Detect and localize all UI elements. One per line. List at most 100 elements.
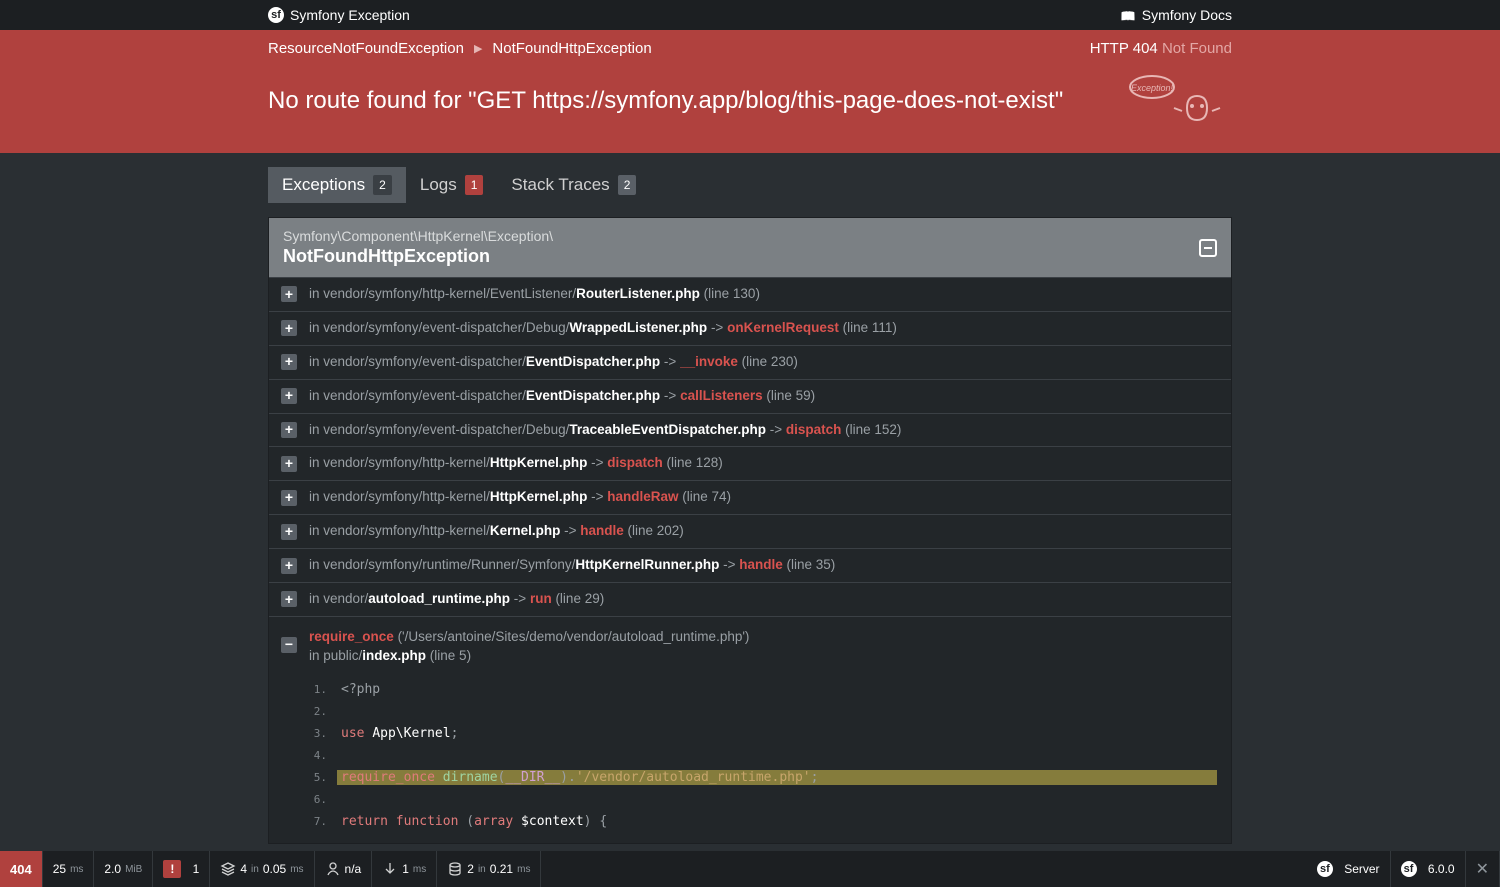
exception-panel: Symfony\Component\HttpKernel\Exception\ … (268, 217, 1232, 844)
trace-file[interactable]: HttpKernel.php (490, 489, 588, 504)
trace-in: in (309, 320, 323, 335)
trace-file[interactable]: RouterListener.php (576, 286, 700, 301)
tb-value: 0.05 (263, 862, 286, 876)
trace-line: (line 230) (738, 354, 798, 369)
trace-file[interactable]: HttpKernelRunner.php (575, 557, 719, 572)
collapse-button[interactable] (1199, 239, 1217, 257)
trace-file[interactable]: EventDispatcher.php (526, 388, 660, 403)
trace-path: vendor/ (323, 591, 368, 606)
tb-time[interactable]: 25 ms (43, 851, 95, 887)
trace-path: vendor/symfony/runtime/Runner/Symfony/ (323, 557, 575, 572)
tab-exceptions[interactable]: Exceptions 2 (268, 167, 406, 203)
tab-label: Exceptions (282, 175, 365, 195)
trace-in: in (309, 354, 323, 369)
code-line: 6 (309, 789, 1217, 811)
trace-fn: require_once (309, 629, 394, 644)
expand-icon[interactable] (281, 558, 297, 574)
trace-file[interactable]: Kernel.php (490, 523, 561, 538)
code-text: <?php (337, 682, 1217, 697)
expand-icon[interactable] (281, 388, 297, 404)
tb-version[interactable]: sf 6.0.0 (1391, 851, 1466, 887)
breadcrumb: ResourceNotFoundException ▶ NotFoundHttp… (268, 40, 652, 57)
user-icon (325, 861, 341, 877)
trace-file[interactable]: WrappedListener.php (569, 320, 707, 335)
tab-badge: 1 (465, 175, 484, 195)
expand-icon[interactable] (281, 490, 297, 506)
expand-icon[interactable] (281, 524, 297, 540)
tb-errors[interactable]: ! 1 (153, 851, 210, 887)
expand-icon[interactable] (281, 422, 297, 438)
http-status: HTTP 404 Not Found (1090, 40, 1232, 57)
trace-fn: onKernelRequest (727, 320, 839, 335)
trace-path: vendor/symfony/event-dispatcher/ (323, 388, 526, 403)
line-number: 6 (309, 793, 337, 806)
trace-file[interactable]: TraceableEventDispatcher.php (569, 422, 766, 437)
topbar-title: Symfony Exception (290, 7, 410, 23)
trace-file[interactable]: EventDispatcher.php (526, 354, 660, 369)
code-line: 2 (309, 701, 1217, 723)
tb-value: 1 (402, 862, 409, 876)
trace-path: vendor/symfony/http-kernel/ (323, 455, 490, 470)
topbar: sf Symfony Exception Symfony Docs (0, 0, 1500, 30)
arrow-icon: -> (766, 422, 786, 437)
code-text: use App\Kernel; (337, 726, 1217, 741)
trace-line: (line 130) (700, 286, 760, 301)
trace-file[interactable]: autoload_runtime.php (368, 591, 510, 606)
trace-line: (line 152) (841, 422, 901, 437)
http-code: HTTP 404 (1090, 40, 1158, 57)
tb-user[interactable]: n/a (315, 851, 373, 887)
app-title: sf Symfony Exception (268, 7, 410, 23)
trace-fn: callListeners (680, 388, 763, 403)
docs-link[interactable]: Symfony Docs (1121, 7, 1232, 23)
trace-path: public/ (323, 648, 362, 663)
tab-logs[interactable]: Logs 1 (406, 167, 498, 203)
tb-value: 4 (240, 862, 247, 876)
tb-db[interactable]: 2 in 0.21 ms (437, 851, 541, 887)
code-line: 4 (309, 745, 1217, 767)
trace-in: in (309, 455, 323, 470)
panel-header: Symfony\Component\HttpKernel\Exception\ … (269, 218, 1231, 277)
trace-fn: handle (739, 557, 783, 572)
trace-row: in vendor/symfony/event-dispatcher/Debug… (269, 413, 1231, 447)
trace-row: in vendor/symfony/http-kernel/EventListe… (269, 277, 1231, 311)
trace-row: in vendor/symfony/event-dispatcher/Debug… (269, 311, 1231, 345)
tab-badge: 2 (373, 175, 392, 195)
exception-class: NotFoundHttpException (283, 246, 553, 267)
debug-toolbar: 404 25 ms 2.0 MiB ! 1 4 in 0.05 ms n/a 1… (0, 851, 1500, 887)
expand-icon[interactable] (281, 354, 297, 370)
trace-in: in (309, 388, 323, 403)
tb-unit: MiB (125, 864, 142, 875)
book-icon (1121, 7, 1136, 23)
alert-icon: ! (163, 860, 181, 878)
docs-label: Symfony Docs (1142, 7, 1232, 23)
line-number: 3 (309, 727, 337, 740)
expand-icon[interactable] (281, 591, 297, 607)
tab-label: Logs (420, 175, 457, 195)
tb-memory[interactable]: 2.0 MiB (94, 851, 153, 887)
tb-value: 2.0 (104, 862, 121, 876)
code-text: require_once dirname(__DIR__).'/vendor/a… (337, 770, 1217, 785)
tab-stack-traces[interactable]: Stack Traces 2 (497, 167, 650, 203)
expand-icon[interactable] (281, 320, 297, 336)
tb-server[interactable]: sf Server (1307, 851, 1391, 887)
collapse-icon[interactable] (281, 637, 297, 653)
close-icon: ✕ (1476, 859, 1489, 879)
tb-ajax[interactable]: 1 ms (372, 851, 437, 887)
code-line: 1<?php (309, 679, 1217, 701)
trace-fn: dispatch (786, 422, 842, 437)
tb-layers[interactable]: 4 in 0.05 ms (210, 851, 314, 887)
code-line: 3use App\Kernel; (309, 723, 1217, 745)
breadcrumb-item[interactable]: NotFoundHttpException (492, 40, 651, 57)
trace-arg: ('/Users/antoine/Sites/demo/vendor/autol… (398, 629, 750, 644)
tb-close[interactable]: ✕ (1466, 851, 1500, 887)
trace-row: in vendor/symfony/event-dispatcher/Event… (269, 379, 1231, 413)
line-number: 1 (309, 683, 337, 696)
breadcrumb-item[interactable]: ResourceNotFoundException (268, 40, 464, 57)
tb-unit: ms (70, 864, 83, 875)
trace-line: (line 202) (624, 523, 684, 538)
trace-file[interactable]: HttpKernel.php (490, 455, 588, 470)
trace-line: (line 29) (552, 591, 605, 606)
expand-icon[interactable] (281, 456, 297, 472)
tb-status[interactable]: 404 (0, 851, 43, 887)
expand-icon[interactable] (281, 286, 297, 302)
